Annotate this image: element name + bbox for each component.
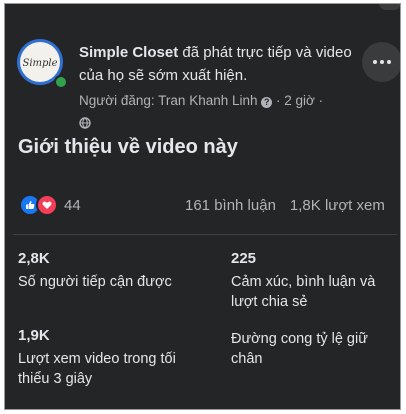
more-options-icon	[373, 60, 391, 64]
globe-icon	[79, 114, 91, 136]
metric-value: 225	[231, 250, 257, 267]
avatar-logo: Simple	[20, 42, 60, 82]
metric-engagement: 225 Cảm xúc, bình luận và lượt chia sẻ	[231, 249, 400, 312]
top-more-button-stub[interactable]	[379, 4, 400, 10]
section-title: Giới thiệu về video này	[18, 136, 238, 158]
comments-count[interactable]: 161 bình luận	[185, 197, 276, 214]
views-count[interactable]: 1,8K lượt xem	[290, 197, 385, 214]
metric-label: Số người tiếp cận được	[18, 274, 172, 290]
post-time[interactable]: · 2 giờ ·	[276, 93, 323, 108]
metric-reach: 2,8K Số người tiếp cận được	[18, 249, 188, 292]
simple-closet-logo: Simple	[23, 58, 57, 69]
post-text: Simple Closet đã phát trực tiếp và video…	[79, 41, 369, 87]
more-options-button[interactable]	[362, 42, 400, 82]
online-status-dot	[54, 75, 68, 89]
metric-value: 1,9K	[18, 327, 50, 344]
metric-label: Đường cong tỷ lệ giữ chân	[231, 331, 368, 367]
metric-value: 2,8K	[18, 250, 50, 267]
post-meta: Người đăng: Tran Khanh Linh ? · 2 giờ ·	[79, 90, 369, 136]
love-reaction-icon	[36, 194, 58, 216]
posted-by: Người đăng: Tran Khanh Linh	[79, 93, 258, 108]
info-icon[interactable]: ?	[261, 97, 273, 108]
reactions-summary[interactable]: 44	[19, 194, 81, 216]
divider	[13, 234, 397, 235]
post-card: Simple Simple Closet đã phát trực tiếp v…	[4, 3, 401, 410]
metric-retention-curve[interactable]: Đường cong tỷ lệ giữ chân	[231, 326, 400, 369]
svg-text:Simple: Simple	[23, 58, 57, 69]
reaction-count: 44	[64, 196, 81, 214]
engagement-stats: 161 bình luận 1,8K lượt xem	[185, 197, 385, 214]
metric-label: Cảm xúc, bình luận và lượt chia sẻ	[231, 274, 376, 310]
author-name[interactable]: Simple Closet	[79, 44, 178, 61]
metric-3s-views: 1,9K Lượt xem video trong tối thiểu 3 gi…	[18, 326, 188, 389]
metric-label: Lượt xem video trong tối thiểu 3 giây	[18, 351, 176, 387]
